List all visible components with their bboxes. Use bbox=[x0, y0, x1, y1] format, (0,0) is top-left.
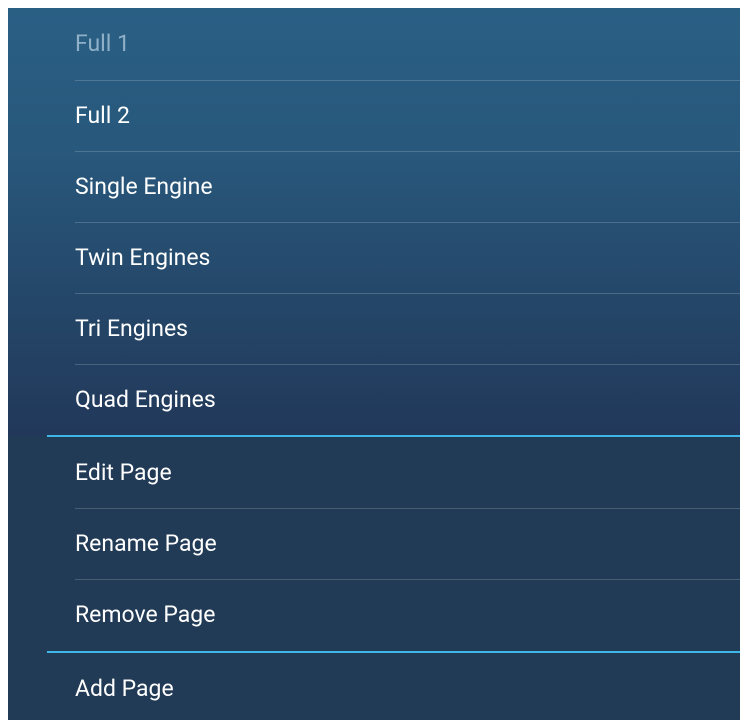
page-menu: Full 1 Full 2 Single Engine Twin Engines… bbox=[8, 8, 740, 720]
menu-item-label: Full 1 bbox=[75, 30, 130, 57]
menu-item-single-engine[interactable]: Single Engine bbox=[75, 151, 740, 222]
edit-page-button[interactable]: Edit Page bbox=[75, 437, 740, 508]
menu-item-full-1[interactable]: Full 1 bbox=[75, 8, 740, 79]
remove-page-button[interactable]: Remove Page bbox=[75, 579, 740, 650]
menu-item-label: Single Engine bbox=[75, 173, 213, 200]
menu-item-twin-engines[interactable]: Twin Engines bbox=[75, 222, 740, 293]
menu-item-label: Full 2 bbox=[75, 102, 130, 129]
menu-item-label: Remove Page bbox=[75, 601, 216, 628]
menu-item-label: Add Page bbox=[75, 675, 174, 702]
menu-item-label: Tri Engines bbox=[75, 315, 189, 342]
menu-item-label: Edit Page bbox=[75, 459, 172, 486]
menu-item-label: Twin Engines bbox=[75, 244, 211, 271]
menu-item-tri-engines[interactable]: Tri Engines bbox=[75, 293, 740, 364]
menu-item-quad-engines[interactable]: Quad Engines bbox=[75, 364, 740, 435]
rename-page-button[interactable]: Rename Page bbox=[75, 508, 740, 579]
add-page-button[interactable]: Add Page bbox=[75, 653, 740, 720]
menu-item-label: Rename Page bbox=[75, 530, 217, 557]
menu-item-full-2[interactable]: Full 2 bbox=[75, 80, 740, 151]
menu-item-label: Quad Engines bbox=[75, 386, 216, 413]
